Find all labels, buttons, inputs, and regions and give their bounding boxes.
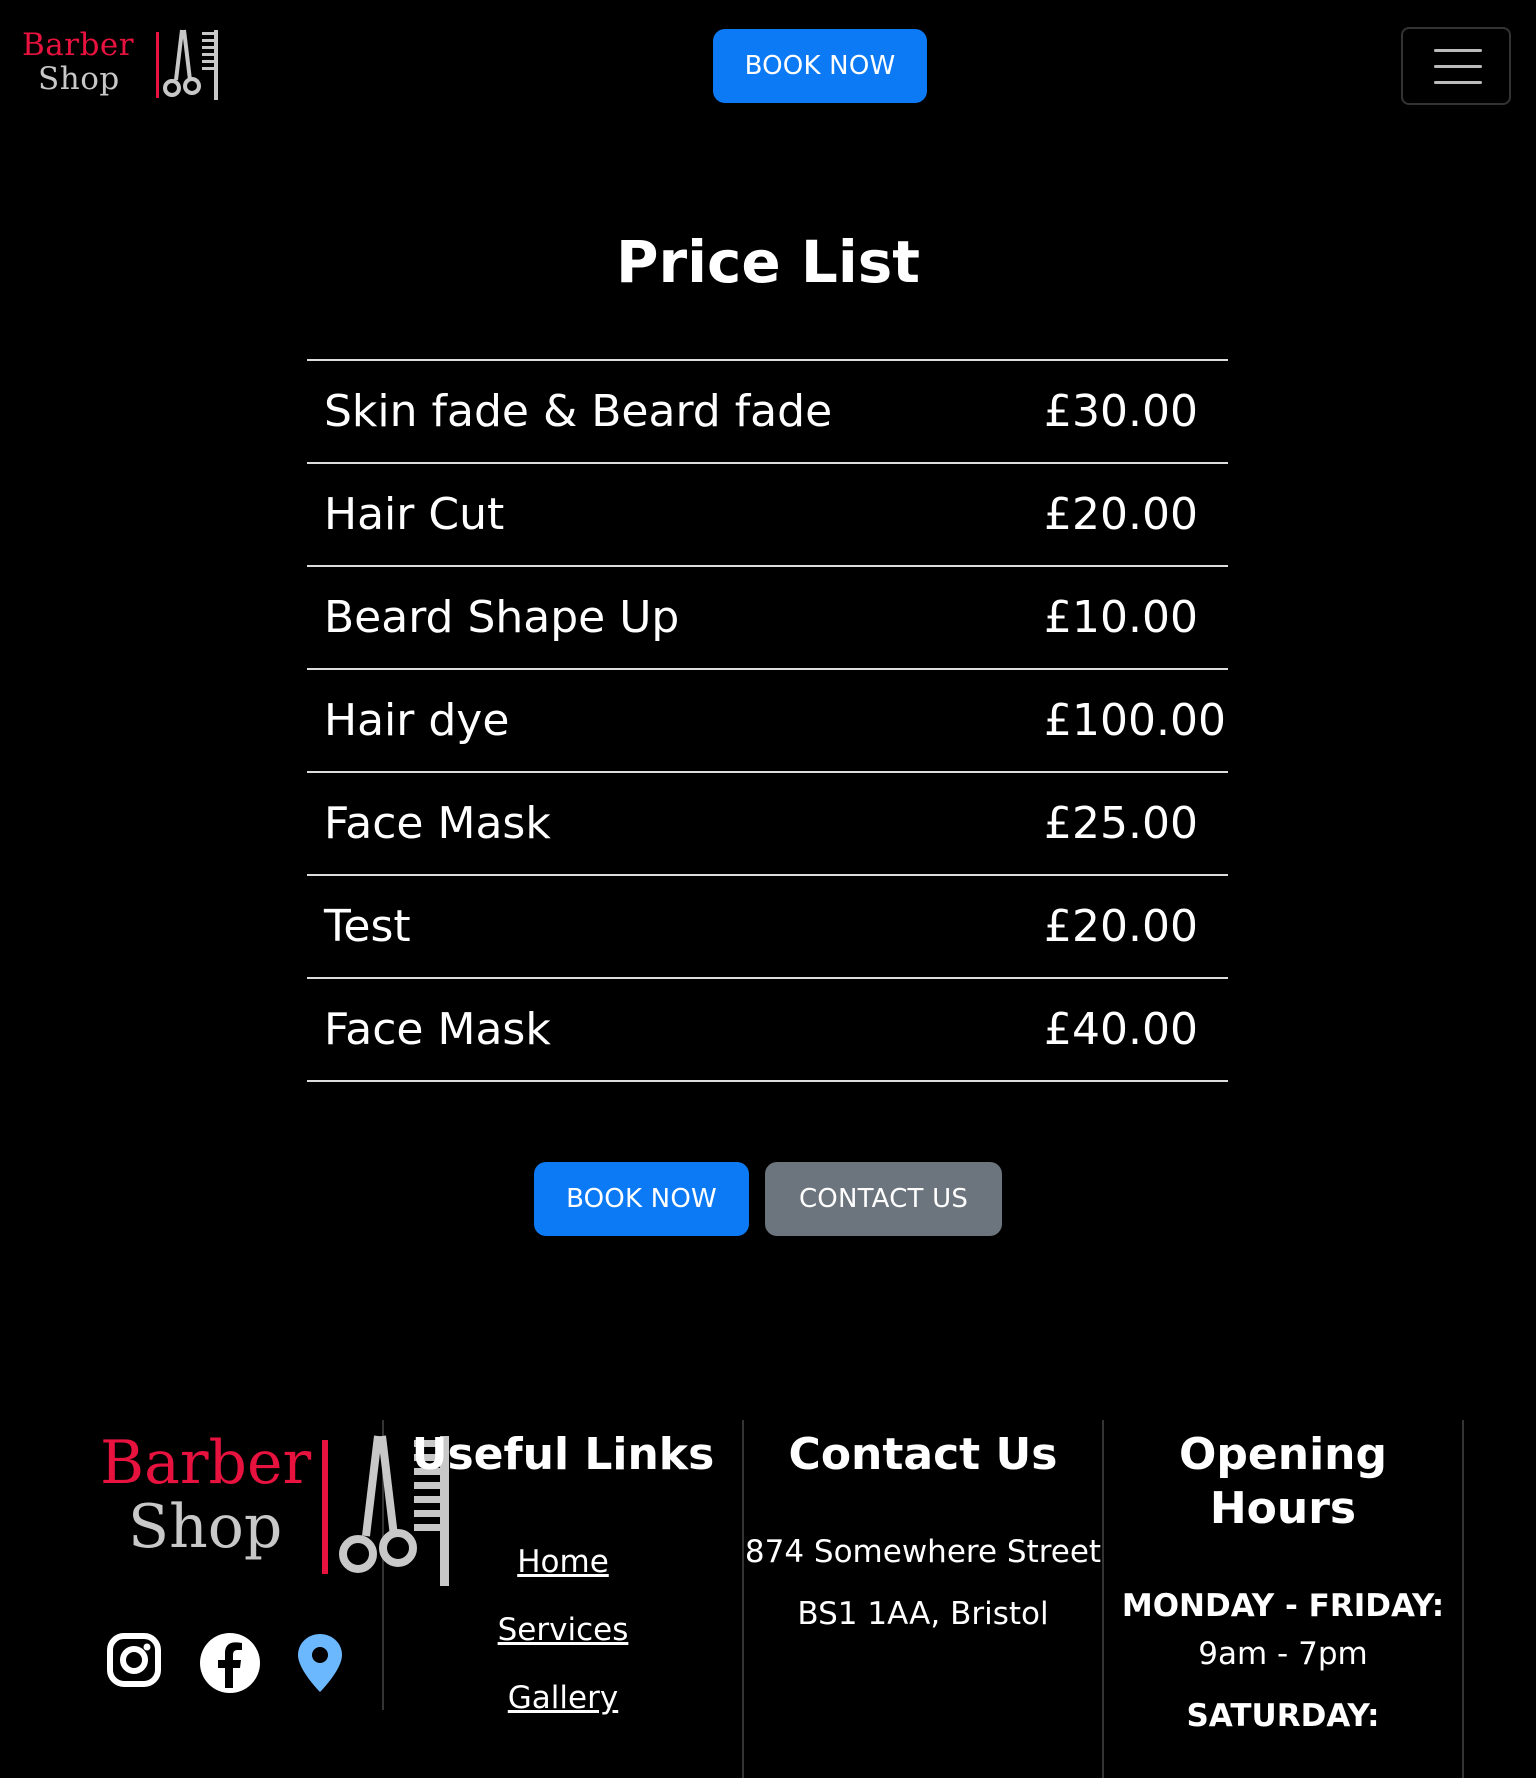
hamburger-icon <box>1434 49 1482 52</box>
address-line-1: 874 Somewhere Street <box>744 1534 1102 1570</box>
weekday-label: MONDAY - FRIDAY: <box>1121 1588 1445 1624</box>
service-price: £20.00 <box>1044 901 1198 952</box>
brand-line1: Barber <box>100 1428 312 1498</box>
brand-line2: Shop <box>128 1492 283 1562</box>
price-row: Beard Shape Up £10.00 <box>307 567 1228 670</box>
contact-us-button[interactable]: CONTACT US <box>765 1162 1002 1236</box>
saturday-label: SATURDAY: <box>1186 1698 1380 1734</box>
brand-line1: Barber <box>22 27 135 63</box>
brand-line2: Shop <box>38 61 120 97</box>
service-name: Skin fade & Beard fade <box>324 386 833 437</box>
useful-links-list: Home Services Gallery <box>384 1528 742 1732</box>
address-line-2: BS1 1AA, Bristol <box>797 1596 1049 1632</box>
opening-hours-column: Opening Hours MONDAY - FRIDAY: 9am - 7pm… <box>1104 1420 1464 1778</box>
useful-links-heading: Useful Links <box>411 1429 715 1480</box>
service-price: £20.00 <box>1044 489 1198 540</box>
service-name: Beard Shape Up <box>324 592 680 643</box>
weekday-time: 9am - 7pm <box>1198 1636 1368 1672</box>
price-row: Hair dye £100.00 <box>307 670 1228 773</box>
page-title: Price List <box>616 228 920 296</box>
opening-hours-list: MONDAY - FRIDAY: 9am - 7pm SATURDAY: <box>1104 1582 1462 1740</box>
service-name: Hair dye <box>324 695 510 746</box>
price-row: Skin fade & Beard fade £30.00 <box>307 361 1228 464</box>
price-row: Face Mask £25.00 <box>307 773 1228 876</box>
footer-link-home[interactable]: Home <box>384 1528 742 1596</box>
header-book-now-button[interactable]: BOOK NOW <box>713 29 927 103</box>
menu-toggle-button[interactable] <box>1401 27 1511 105</box>
contact-column: Contact Us 874 Somewhere Street BS1 1AA,… <box>744 1420 1104 1778</box>
price-row: Hair Cut £20.00 <box>307 464 1228 567</box>
service-name: Face Mask <box>324 798 551 849</box>
service-name: Test <box>324 901 411 952</box>
site-header: Barber Shop BOOK NOW <box>0 0 1536 140</box>
contact-heading: Contact Us <box>788 1429 1058 1480</box>
footer-link-gallery[interactable]: Gallery <box>384 1664 742 1732</box>
facebook-icon[interactable] <box>199 1632 261 1694</box>
service-price: £30.00 <box>1044 386 1198 437</box>
map-pin-icon[interactable] <box>296 1632 344 1694</box>
brand-logo[interactable]: Barber Shop <box>22 26 218 106</box>
scissors-comb-icon <box>156 29 218 100</box>
instagram-icon[interactable] <box>106 1632 162 1688</box>
service-price: £25.00 <box>1044 798 1198 849</box>
service-name: Hair Cut <box>324 489 505 540</box>
service-price: £40.00 <box>1044 1004 1198 1055</box>
site-footer: Barber Shop Useful Links Home Services G… <box>0 1420 1536 1778</box>
footer-brand: Barber Shop <box>0 1420 449 1710</box>
footer-link-services[interactable]: Services <box>384 1596 742 1664</box>
book-now-button[interactable]: BOOK NOW <box>534 1162 749 1236</box>
contact-details: 874 Somewhere Street BS1 1AA, Bristol <box>744 1528 1102 1638</box>
service-price: £100.00 <box>1044 695 1226 746</box>
action-buttons: BOOK NOW CONTACT US <box>0 1162 1536 1237</box>
price-row: Test £20.00 <box>307 876 1228 979</box>
useful-links-column: Useful Links Home Services Gallery <box>384 1420 744 1778</box>
price-row: Face Mask £40.00 <box>307 979 1228 1082</box>
opening-hours-heading: Opening Hours <box>1179 1429 1387 1534</box>
service-price: £10.00 <box>1044 592 1198 643</box>
price-table: Skin fade & Beard fade £30.00 Hair Cut £… <box>307 359 1228 1082</box>
weekday-hours: MONDAY - FRIDAY: 9am - 7pm <box>1104 1582 1462 1678</box>
service-name: Face Mask <box>324 1004 551 1055</box>
